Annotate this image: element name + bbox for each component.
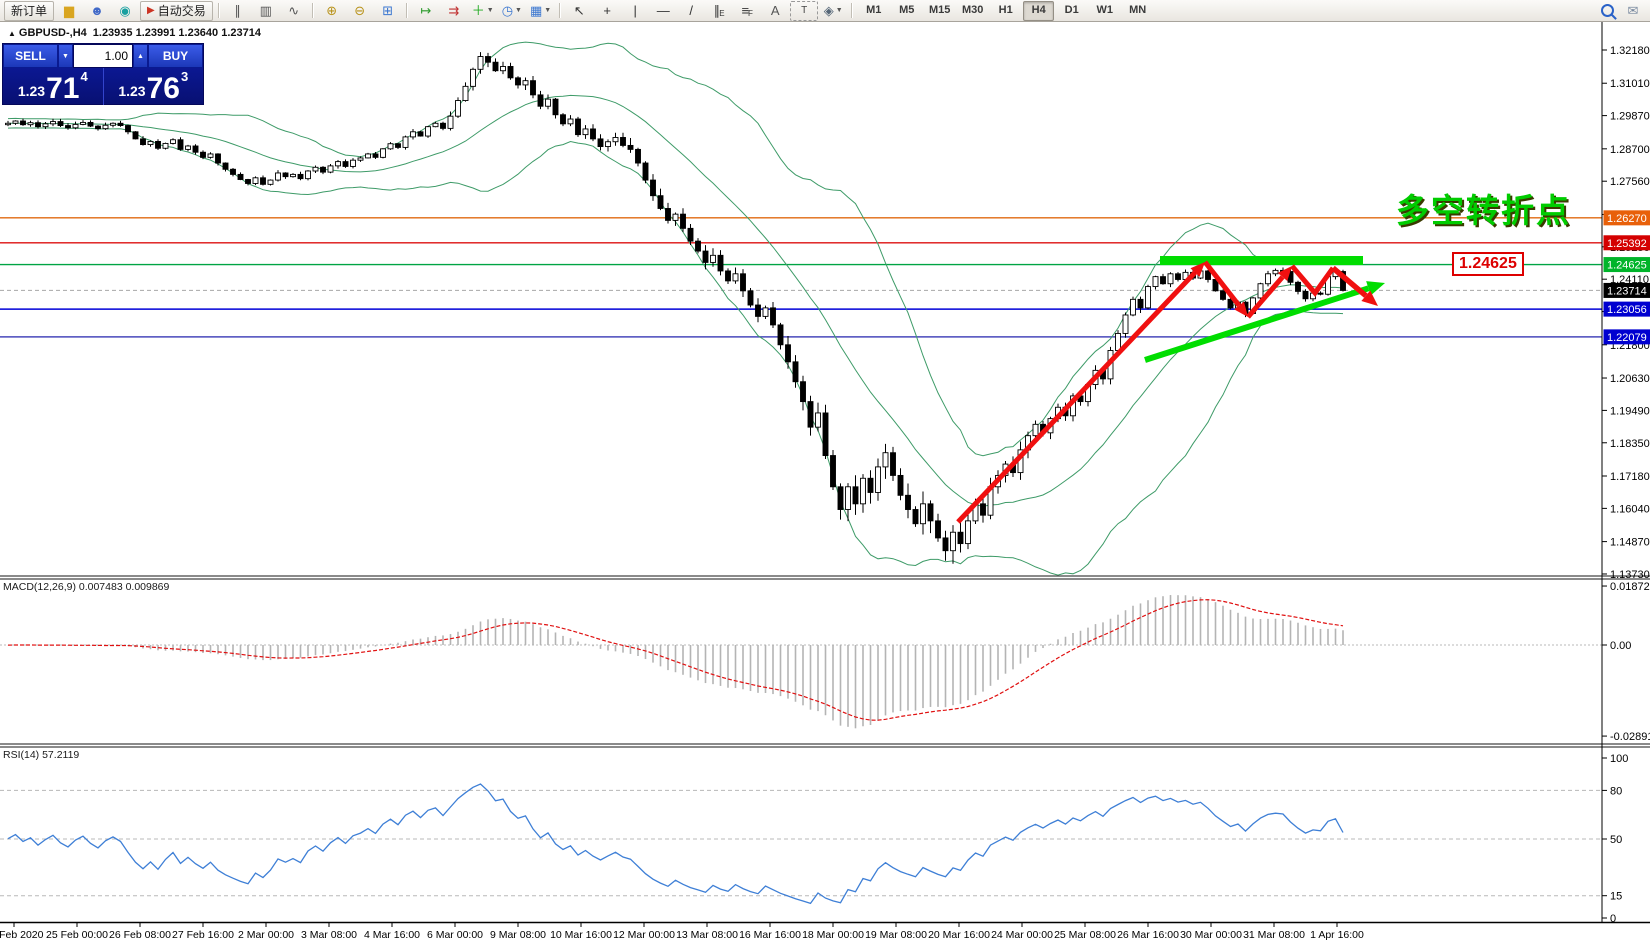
volume-input[interactable]	[73, 44, 133, 68]
time-tick-label: 18 Mar 00:00	[802, 929, 864, 941]
resistance-bar-annotation[interactable]	[1160, 256, 1363, 265]
time-tick-label: 3 Mar 08:00	[301, 929, 357, 941]
svg-text:1.22079: 1.22079	[1607, 332, 1647, 344]
mt4-window: 新订单▆☻◉▶自动交易∥▥∿⊕⊖⊞↦⇉＋▼◷▼▦▼↖+|—/∥E≡FAT◈▼M1…	[0, 0, 1650, 944]
macd-scale-label: 0.00	[1610, 640, 1631, 652]
symbol-marker-icon: ▲	[8, 29, 16, 38]
bollinger-lower-band	[8, 128, 1343, 575]
rsi-scale-label: 50	[1610, 834, 1622, 846]
price-badge-1.23056: 1.23056	[1604, 302, 1650, 317]
svg-text:1.24625: 1.24625	[1607, 260, 1647, 272]
uptrend-arrow[interactable]	[958, 262, 1205, 522]
time-tick-label: 4 Mar 16:00	[364, 929, 420, 941]
volume-increase-button[interactable]: ▲	[133, 44, 148, 68]
time-tick-label: 20 Mar 16:00	[928, 929, 990, 941]
price-badge-1.23714: 1.23714	[1604, 283, 1650, 298]
price-tick-label: 1.17180	[1610, 471, 1650, 483]
price-tick-label: 1.29870	[1610, 111, 1650, 123]
time-tick-label: 16 Mar 16:00	[739, 929, 801, 941]
time-tick-label: 24 Mar 00:00	[991, 929, 1053, 941]
time-tick-label: 21 Feb 2020	[0, 929, 44, 941]
time-tick-label: 6 Mar 00:00	[427, 929, 483, 941]
rsi-label: RSI(14) 57.2119	[3, 749, 79, 761]
time-tick-label: 1 Apr 16:00	[1310, 929, 1364, 941]
price-tick-label: 1.13730	[1610, 569, 1650, 581]
price-badge-1.22079: 1.22079	[1604, 329, 1650, 344]
price-tick-label: 1.18350	[1610, 438, 1650, 450]
price-badge-1.25392: 1.25392	[1604, 235, 1650, 250]
macd-scale-label: 0.018721	[1610, 581, 1650, 593]
price-tick-label: 1.20630	[1610, 373, 1650, 385]
svg-text:1.26270: 1.26270	[1607, 213, 1647, 225]
bid-pipette: 4	[80, 69, 87, 84]
bid-price[interactable]: 1.23 71 4	[3, 68, 104, 105]
time-tick-label: 19 Mar 08:00	[865, 929, 927, 941]
price-badge-1.24625: 1.24625	[1604, 257, 1650, 272]
macd-label: MACD(12,26,9) 0.007483 0.009869	[3, 581, 169, 593]
time-axis[interactable]: 21 Feb 202025 Feb 00:0026 Feb 08:0027 Fe…	[0, 923, 1364, 941]
rsi-scale-label: 80	[1610, 785, 1622, 797]
time-tick-label: 9 Mar 08:00	[490, 929, 546, 941]
time-tick-label: 27 Feb 16:00	[172, 929, 234, 941]
price-tick-label: 1.27560	[1610, 176, 1650, 188]
ask-price[interactable]: 1.23 76 3	[104, 68, 204, 105]
symbol-title: ▲GBPUSD-,H4 1.23935 1.23991 1.23640 1.237…	[8, 27, 261, 39]
bid-main: 71	[46, 75, 79, 102]
chart-canvas[interactable]: 1.321801.310101.298701.287001.275601.263…	[0, 0, 1650, 944]
analyst-annotations[interactable]	[958, 256, 1385, 522]
ask-pipette: 3	[181, 69, 188, 84]
price-tick-label: 1.31010	[1610, 78, 1650, 90]
price-tick-label: 1.16040	[1610, 503, 1650, 515]
time-tick-label: 26 Mar 16:00	[1117, 929, 1179, 941]
trend-support-arrow[interactable]	[1145, 281, 1385, 360]
price-axis[interactable]: 1.321801.310101.298701.287001.275601.263…	[1602, 45, 1650, 925]
buy-button[interactable]: BUY	[148, 44, 203, 68]
price-tick-label: 1.14870	[1610, 537, 1650, 549]
volume-decrease-button[interactable]: ▼	[58, 44, 73, 68]
rsi-line	[8, 784, 1343, 903]
price-tick-label: 1.28700	[1610, 144, 1650, 156]
rsi-scale-label: 0	[1610, 913, 1616, 925]
macd-histogram	[8, 595, 1343, 728]
rsi-scale-label: 100	[1610, 753, 1628, 765]
price-tick-label: 1.19490	[1610, 405, 1650, 417]
price-tick-label: 1.32180	[1610, 45, 1650, 57]
time-tick-label: 25 Feb 00:00	[46, 929, 108, 941]
candlestick-series	[6, 52, 1346, 564]
time-tick-label: 12 Mar 00:00	[613, 929, 675, 941]
macd-scale-label: -0.028913	[1610, 731, 1650, 743]
rsi-scale-label: 15	[1610, 891, 1622, 903]
time-tick-label: 31 Mar 08:00	[1243, 929, 1305, 941]
time-tick-label: 30 Mar 00:00	[1180, 929, 1242, 941]
ask-prefix: 1.23	[118, 83, 145, 99]
price-badge-1.26270: 1.26270	[1604, 210, 1650, 225]
price-level-label[interactable]: 1.24625	[1452, 252, 1524, 276]
time-tick-label: 10 Mar 16:00	[550, 929, 612, 941]
time-tick-label: 2 Mar 00:00	[238, 929, 294, 941]
svg-text:1.25392: 1.25392	[1607, 238, 1647, 250]
macd-pane[interactable]	[0, 595, 1602, 728]
symbol-ohlc-values: 1.23935 1.23991 1.23640 1.23714	[93, 27, 261, 39]
rsi-pane[interactable]	[0, 784, 1602, 903]
ask-main: 76	[147, 75, 180, 102]
sell-button[interactable]: SELL	[3, 44, 58, 68]
symbol-name: GBPUSD-,H4	[19, 27, 87, 39]
main-price-pane[interactable]	[0, 42, 1602, 575]
svg-text:1.23714: 1.23714	[1607, 285, 1647, 297]
bid-prefix: 1.23	[18, 83, 45, 99]
time-tick-label: 25 Mar 08:00	[1054, 929, 1116, 941]
time-tick-label: 13 Mar 08:00	[676, 929, 738, 941]
time-tick-label: 26 Feb 08:00	[109, 929, 171, 941]
turning-point-annotation[interactable]: 多空转折点	[1396, 184, 1571, 232]
one-click-trade-panel: SELL ▼ ▲ BUY 1.23 71 4 1.23 76 3	[2, 43, 204, 105]
svg-text:1.23056: 1.23056	[1607, 304, 1647, 316]
